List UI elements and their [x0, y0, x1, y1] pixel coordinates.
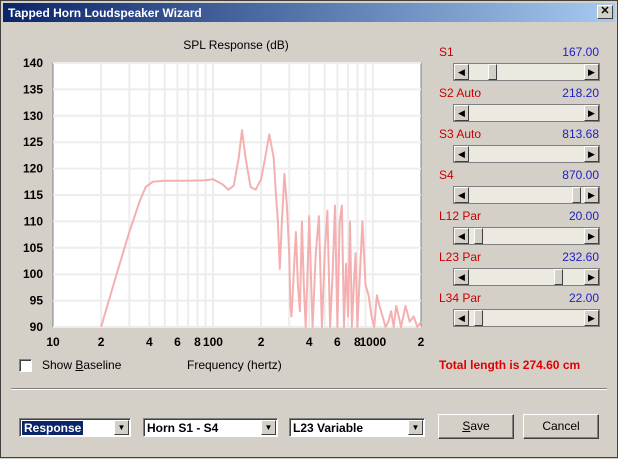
arrow-right-icon[interactable]: ▶ [584, 187, 599, 203]
slider-thumb[interactable] [488, 64, 498, 80]
variable-select[interactable]: L23 Variable ▼ [289, 418, 425, 437]
arrow-right-icon[interactable]: ▶ [584, 269, 599, 285]
param-slider[interactable]: ◀ ▶ [453, 63, 600, 81]
param-slider[interactable]: ◀ ▶ [453, 104, 600, 122]
y-tick-label: 125 [23, 135, 43, 149]
y-tick-label: 90 [30, 320, 44, 334]
arrow-left-icon[interactable]: ◀ [454, 228, 469, 244]
arrow-right-icon[interactable]: ▶ [584, 64, 599, 80]
x-axis-label: Frequency (hertz) [187, 358, 282, 372]
y-tick-label: 135 [23, 82, 43, 96]
param-value: 167.00 [562, 45, 599, 59]
view-select-value: Response [22, 421, 84, 435]
x-tick-label: 10 [46, 335, 60, 349]
arrow-right-icon[interactable]: ▶ [584, 310, 599, 326]
x-tick-label: 4 [306, 335, 313, 349]
arrow-left-icon[interactable]: ◀ [454, 187, 469, 203]
slider-thumb[interactable] [474, 310, 484, 326]
chevron-down-icon[interactable]: ▼ [114, 420, 129, 435]
chevron-down-icon[interactable]: ▼ [408, 420, 423, 435]
param-slider[interactable]: ◀ ▶ [453, 186, 600, 204]
x-tick-label: 6 [174, 335, 181, 349]
x-tick-label: 100 [203, 335, 223, 349]
x-tick-label: 1000 [360, 335, 387, 349]
slider-thumb[interactable] [571, 187, 581, 203]
arrow-left-icon[interactable]: ◀ [454, 64, 469, 80]
arrow-left-icon[interactable]: ◀ [454, 310, 469, 326]
view-select[interactable]: Response ▼ [19, 418, 131, 437]
param-value: 813.68 [562, 127, 599, 141]
param-value: 218.20 [562, 86, 599, 100]
x-tick-label: 6 [334, 335, 341, 349]
arrow-right-icon[interactable]: ▶ [584, 228, 599, 244]
param-value: 870.00 [562, 168, 599, 182]
arrow-right-icon[interactable]: ▶ [584, 105, 599, 121]
show-baseline-checkbox[interactable] [19, 359, 32, 372]
param-label: S1 [439, 45, 454, 59]
param-slider[interactable]: ◀ ▶ [453, 309, 600, 327]
param-label: L34 Par [439, 291, 482, 305]
y-tick-label: 100 [23, 267, 43, 281]
param-slider[interactable]: ◀ ▶ [453, 227, 600, 245]
x-tick-label: 2 [418, 335, 425, 349]
total-length: Total length is 274.60 cm [439, 358, 581, 372]
y-tick-label: 95 [30, 294, 44, 308]
y-tick-label: 120 [23, 162, 43, 176]
arrow-left-icon[interactable]: ◀ [454, 105, 469, 121]
x-tick-label: 2 [98, 335, 105, 349]
arrow-right-icon[interactable]: ▶ [584, 146, 599, 162]
save-label: Save [462, 419, 490, 433]
param-value: 20.00 [568, 209, 599, 223]
y-tick-label: 110 [24, 214, 44, 228]
param-label: L23 Par [439, 250, 482, 264]
y-tick-label: 115 [24, 188, 44, 202]
slider-thumb[interactable] [474, 228, 484, 244]
horn-select[interactable]: Horn S1 - S4 ▼ [143, 418, 278, 437]
x-tick-label: 8 [194, 335, 201, 349]
wizard-window: Tapped Horn Loudspeaker Wizard ✕ SPL Res… [0, 0, 618, 458]
param-value: 22.00 [568, 291, 599, 305]
y-tick-label: 140 [23, 56, 43, 70]
param-label: L12 Par [439, 209, 482, 223]
param-label: S4 [439, 168, 454, 182]
x-tick-label: 2 [258, 335, 265, 349]
y-tick-label: 105 [23, 241, 43, 255]
horn-select-value: Horn S1 - S4 [147, 421, 219, 435]
divider [11, 388, 607, 390]
show-baseline-label: Show Baseline [42, 358, 122, 372]
chevron-down-icon[interactable]: ▼ [261, 420, 276, 435]
slider-thumb[interactable] [553, 269, 563, 285]
arrow-left-icon[interactable]: ◀ [454, 269, 469, 285]
param-label: S2 Auto [439, 86, 482, 100]
cancel-button[interactable]: Cancel [523, 414, 599, 439]
variable-select-value: L23 Variable [293, 421, 364, 435]
param-label: S3 Auto [439, 127, 482, 141]
x-tick-label: 4 [146, 335, 153, 349]
save-button[interactable]: Save [438, 414, 514, 439]
param-value: 232.60 [562, 250, 599, 264]
param-slider[interactable]: ◀ ▶ [453, 268, 600, 286]
arrow-left-icon[interactable]: ◀ [454, 146, 469, 162]
y-tick-label: 130 [23, 109, 43, 123]
param-slider[interactable]: ◀ ▶ [453, 145, 600, 163]
